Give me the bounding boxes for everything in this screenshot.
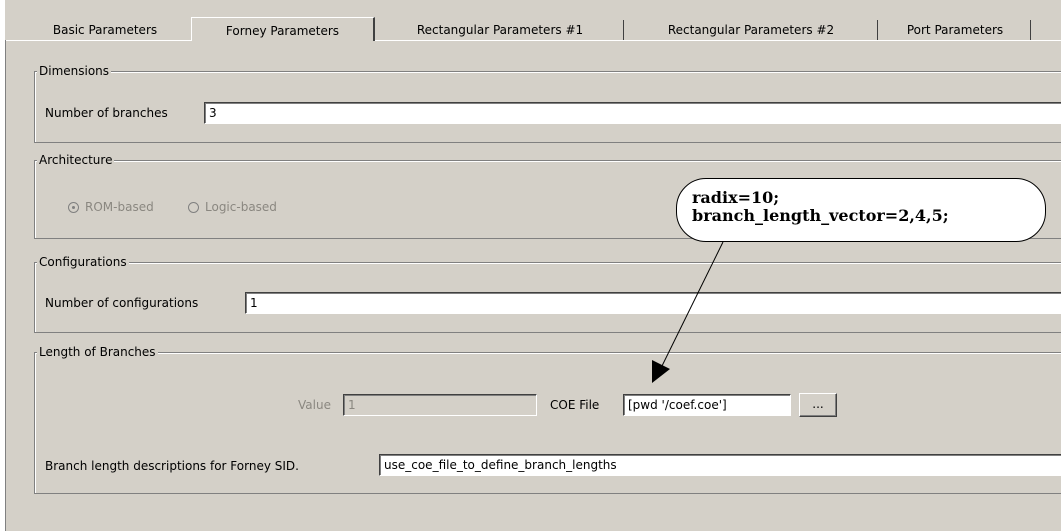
- callout-arrow: [652, 241, 724, 383]
